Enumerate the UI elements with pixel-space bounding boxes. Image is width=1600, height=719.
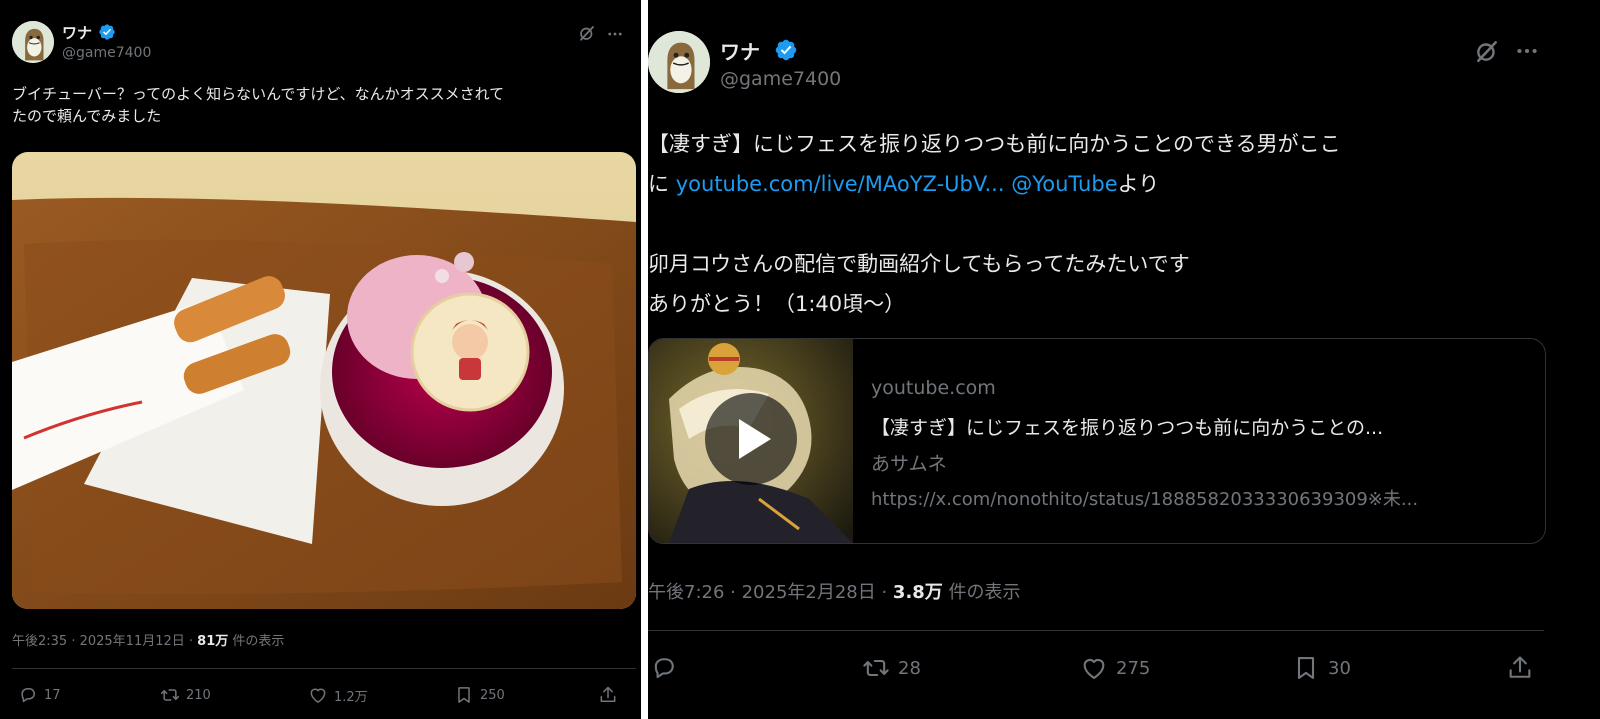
post-text: 【凄すぎ】にじフェスを振り返りつつも前に向かうことのできる男がここ に yout… [648,124,1578,324]
post-text-line-1: 【凄すぎ】にじフェスを振り返りつつも前に向かうことのできる男がここ [648,132,1341,156]
post-meta: 午後2:35 · 2025年11月12日 · 81万 件の表示 [12,630,284,649]
like-count: 1.2万 [334,689,368,705]
timestamp[interactable]: 午後7:26 · 2025年2月28日 · [648,582,893,603]
card-domain: youtube.com [871,377,996,399]
card-thumbnail [649,339,853,543]
post-text-line-2: に youtube.com/live/MAoYZ-UbV... @YouTube… [648,164,1578,204]
like-count: 275 [1116,657,1151,679]
divider [648,630,1544,631]
avatar[interactable] [648,31,710,93]
youtube-mention-link[interactable]: @YouTube [1011,172,1117,196]
like-button[interactable]: 1.2万 [308,685,368,705]
card-title: 【凄すぎ】にじフェスを振り返りつつも前に向かうことの... [871,417,1384,439]
like-button[interactable]: 275 [1080,654,1150,682]
reply-count: 17 [44,687,61,703]
bookmark-icon [454,685,474,705]
share-button[interactable] [598,685,618,705]
share-icon [1506,654,1534,682]
photo-illustration [12,152,636,609]
bookmark-button[interactable]: 30 [1292,654,1351,682]
post-meta: 午後7:26 · 2025年2月28日 · 3.8万 件の表示 [648,578,1021,604]
post-text: ブイチューバー？ってのよく知らないんですけど、なんかオススメされて たので頼んで… [12,84,632,128]
repost-button[interactable]: 210 [160,685,211,705]
reply-icon [650,654,678,682]
youtube-link[interactable]: youtube.com/live/MAoYZ-UbV... [676,172,1005,196]
repost-count: 210 [186,687,211,703]
post-text-line-3: 卯月コウさんの配信で動画紹介してもらってたみたいです [648,252,1190,276]
post-text-line-1: ブイチューバー？ってのよく知らないんですけど、なんかオススメされて [12,85,505,103]
views-label: 件の表示 [228,634,285,649]
verified-badge-icon [774,38,798,62]
like-icon [308,685,328,705]
divider [12,668,636,669]
repost-icon [862,654,890,682]
card-channel: あサムネ [871,453,947,475]
bookmark-count: 250 [480,687,505,703]
post-text-line-4: ありがとう！（1:40頃〜） [648,292,906,316]
grok-icon[interactable] [1474,38,1500,64]
right-post-panel: ワナ @game7400 【凄すぎ】にじフェスを振り返りつつも前に向かうことので… [648,0,1600,719]
display-name[interactable]: ワナ [720,36,760,65]
like-icon [1080,654,1108,682]
link-preview-card[interactable]: youtube.com 【凄すぎ】にじフェスを振り返りつつも前に向かうことの..… [648,338,1546,544]
views-count: 3.8万 [892,582,943,603]
avatar[interactable] [12,21,54,63]
card-description: https://x.com/nonothito/status/188858203… [871,489,1419,510]
repost-button[interactable]: 28 [862,654,921,682]
post-text-line-2: たので頼んでみました [12,106,162,125]
more-icon[interactable] [1514,38,1540,64]
repost-icon [160,685,180,705]
share-icon [598,685,618,705]
reply-icon [18,685,38,705]
avatar-image [648,31,710,93]
display-name[interactable]: ワナ [62,22,92,43]
text-line-2-suffix: より [1117,172,1160,196]
share-button[interactable] [1506,654,1534,682]
views-label: 件の表示 [942,582,1021,603]
handle[interactable]: @game7400 [720,68,841,90]
text-line-2-prefix: に [648,172,676,196]
reply-button[interactable]: 17 [18,685,61,705]
post-photo[interactable] [12,152,636,609]
panel-separator [641,0,648,719]
verified-badge-icon [98,23,116,41]
left-post-panel: ワナ @game7400 ブイチューバー？ってのよく知らないんですけど、なんかオ… [0,0,648,719]
timestamp[interactable]: 午後2:35 · 2025年11月12日 · [12,634,197,649]
reply-button[interactable] [650,654,684,682]
views-count: 81万 [197,634,229,649]
handle[interactable]: @game7400 [62,45,151,61]
repost-count: 28 [898,657,921,679]
bookmark-icon [1292,654,1320,682]
bookmark-button[interactable]: 250 [454,685,505,705]
avatar-image [12,21,54,63]
more-icon[interactable] [606,25,624,43]
grok-icon[interactable] [578,24,596,42]
bookmark-count: 30 [1328,657,1351,679]
